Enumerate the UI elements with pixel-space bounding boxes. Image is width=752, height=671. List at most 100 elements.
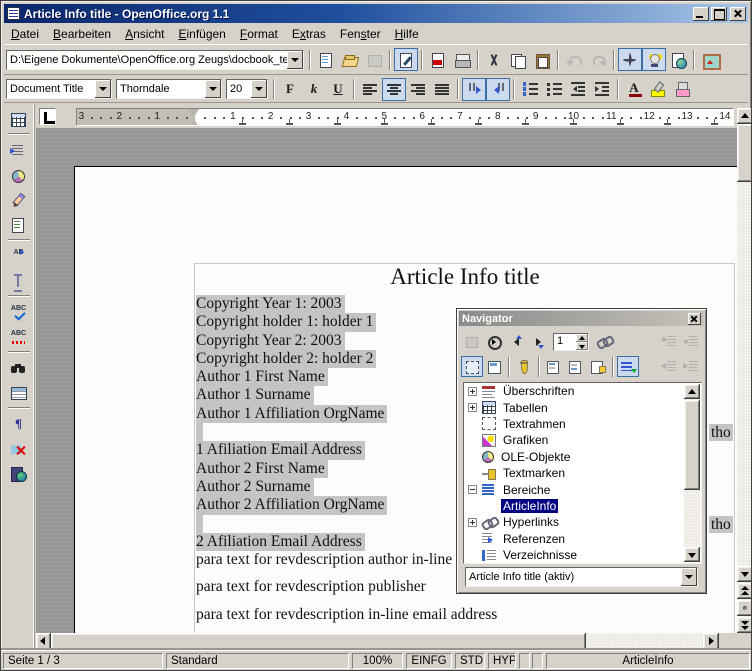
tree-item-tabellen[interactable]: Tabellen (464, 399, 701, 415)
auto-spellcheck-button[interactable]: ABC (7, 325, 31, 348)
scroll-left-button[interactable] (36, 633, 51, 650)
tree-item-hyperlinks[interactable]: Hyperlinks (464, 514, 701, 530)
italic-button[interactable]: k (302, 78, 326, 101)
undo-button[interactable] (562, 48, 586, 71)
tree-item-oleobjekte[interactable]: OLE-Objekte (464, 449, 701, 465)
menu-bearbeiten[interactable]: Bearbeiten (46, 25, 118, 43)
font-name-combobox[interactable]: Thorndale (116, 79, 222, 99)
open-button[interactable] (338, 48, 362, 71)
stylist-button[interactable] (642, 48, 666, 71)
tree-item-textmarken[interactable]: Textmarken (464, 465, 701, 481)
menu-datei[interactable]: Datei (4, 25, 46, 43)
hyperlink-globe-button[interactable] (666, 48, 690, 71)
scroll-down-button[interactable] (737, 566, 752, 582)
url-dropdown-icon[interactable] (287, 51, 303, 69)
align-left-button[interactable] (358, 78, 382, 101)
save-button[interactable] (362, 48, 386, 71)
nav-content-button[interactable] (461, 356, 483, 377)
menu-format[interactable]: Format (233, 25, 285, 43)
nonprinting-button[interactable]: ¶ (7, 412, 31, 435)
menu-hilfe[interactable]: Hilfe (388, 25, 426, 43)
navigation-dot-button[interactable] (737, 600, 752, 616)
next-page-button[interactable] (737, 617, 752, 633)
bold-button[interactable]: F (278, 78, 302, 101)
insert-table-button[interactable] (7, 107, 31, 130)
cut-button[interactable] (482, 48, 506, 71)
nav-prev-button[interactable] (505, 331, 527, 352)
font-dropdown-icon[interactable] (205, 80, 221, 98)
tree-item-referenzen[interactable]: Referenzen (464, 531, 701, 547)
tree-toggle-icon[interactable] (468, 485, 477, 494)
tab-type-selector[interactable] (39, 108, 56, 125)
align-center-button[interactable] (382, 78, 406, 101)
tree-item-berschriften[interactable]: Überschriften (464, 383, 701, 399)
menu-ansicht[interactable]: Ansicht (118, 25, 171, 43)
tree-scroll-down-button[interactable] (684, 547, 700, 562)
nav-switch-button[interactable] (483, 356, 505, 377)
nav-note-button[interactable] (587, 356, 609, 377)
nav-dragmode-button[interactable] (593, 331, 615, 352)
underline-button[interactable]: U (326, 78, 350, 101)
online-layout-button[interactable] (7, 462, 31, 485)
insert-fields-button[interactable] (7, 138, 31, 161)
nav-demote-ch-button[interactable] (680, 331, 702, 352)
increase-indent-button[interactable] (590, 78, 614, 101)
paste-button[interactable] (530, 48, 554, 71)
vertical-scrollbar-thumb[interactable] (737, 124, 752, 182)
rtl-button[interactable] (486, 78, 510, 101)
scroll-right-button[interactable] (703, 633, 719, 650)
highlight-button[interactable] (646, 78, 670, 101)
tree-scroll-up-button[interactable] (684, 384, 700, 399)
nav-footer-button[interactable] (565, 356, 587, 377)
spellcheck-button[interactable]: ABC (7, 300, 31, 323)
close-button[interactable] (730, 7, 746, 21)
navigator-window[interactable]: Navigator 1 ÜberschriftenTabellenTextrah… (456, 308, 707, 594)
horizontal-ruler[interactable]: 1231234567891011121314 (76, 108, 734, 126)
nav-demote-lv-button[interactable] (680, 356, 702, 377)
tree-toggle-icon[interactable] (468, 518, 477, 527)
draw-functions-button[interactable] (7, 188, 31, 211)
active-document-dropdown-icon[interactable] (681, 568, 697, 586)
spin-up-icon[interactable] (576, 334, 588, 342)
find-replace-button[interactable] (7, 356, 31, 379)
gallery-button[interactable] (698, 48, 722, 71)
nav-toggle-button[interactable] (461, 331, 483, 352)
minimize-button[interactable] (693, 7, 709, 21)
size-dropdown-icon[interactable] (251, 80, 267, 98)
edit-file-button[interactable] (394, 48, 418, 71)
indent-marker[interactable] (189, 109, 200, 126)
page-number-spinbox[interactable]: 1 (553, 333, 589, 351)
nav-listbox-button[interactable] (617, 356, 639, 377)
direct-cursor-button[interactable] (7, 269, 31, 292)
nav-promote-ch-button[interactable] (658, 331, 680, 352)
copy-button[interactable] (506, 48, 530, 71)
print-button[interactable] (450, 48, 474, 71)
redo-button[interactable] (586, 48, 610, 71)
style-dropdown-icon[interactable] (95, 80, 111, 98)
font-color-button[interactable]: A (622, 78, 646, 101)
tree-item-articleinfo[interactable]: ArticleInfo (464, 498, 701, 514)
navigator-close-icon[interactable] (688, 313, 701, 325)
horizontal-scrollbar-thumb[interactable] (51, 633, 586, 650)
previous-page-button[interactable] (737, 583, 752, 599)
vertical-scrollbar-track[interactable] (737, 108, 752, 633)
autotext-button[interactable]: AB (7, 244, 31, 267)
nav-promote-lv-button[interactable] (658, 356, 680, 377)
navigator-button[interactable] (618, 48, 642, 71)
tree-item-verzeichnisse[interactable]: Verzeichnisse (464, 547, 701, 563)
scroll-up-button[interactable] (737, 108, 752, 124)
new-document-button[interactable] (314, 48, 338, 71)
bullet-list-button[interactable] (542, 78, 566, 101)
active-document-combobox[interactable]: Article Info title (aktiv) (465, 567, 698, 587)
url-combobox[interactable]: D:\Eigene Dokumente\OpenOffice.org Zeugs… (6, 50, 304, 70)
font-size-combobox[interactable]: 20 (226, 79, 268, 99)
menu-einfgen[interactable]: Einfügen (171, 25, 232, 43)
nav-next-button[interactable] (527, 331, 549, 352)
nav-navigation-button[interactable] (483, 331, 505, 352)
export-pdf-button[interactable] (426, 48, 450, 71)
decrease-indent-button[interactable] (566, 78, 590, 101)
graphics-onoff-button[interactable] (7, 437, 31, 460)
title-bar[interactable]: Article Info title - OpenOffice.org 1.1 (4, 4, 748, 23)
tree-item-textrahmen[interactable]: Textrahmen (464, 416, 701, 432)
tree-scrollbar-thumb[interactable] (684, 400, 700, 490)
